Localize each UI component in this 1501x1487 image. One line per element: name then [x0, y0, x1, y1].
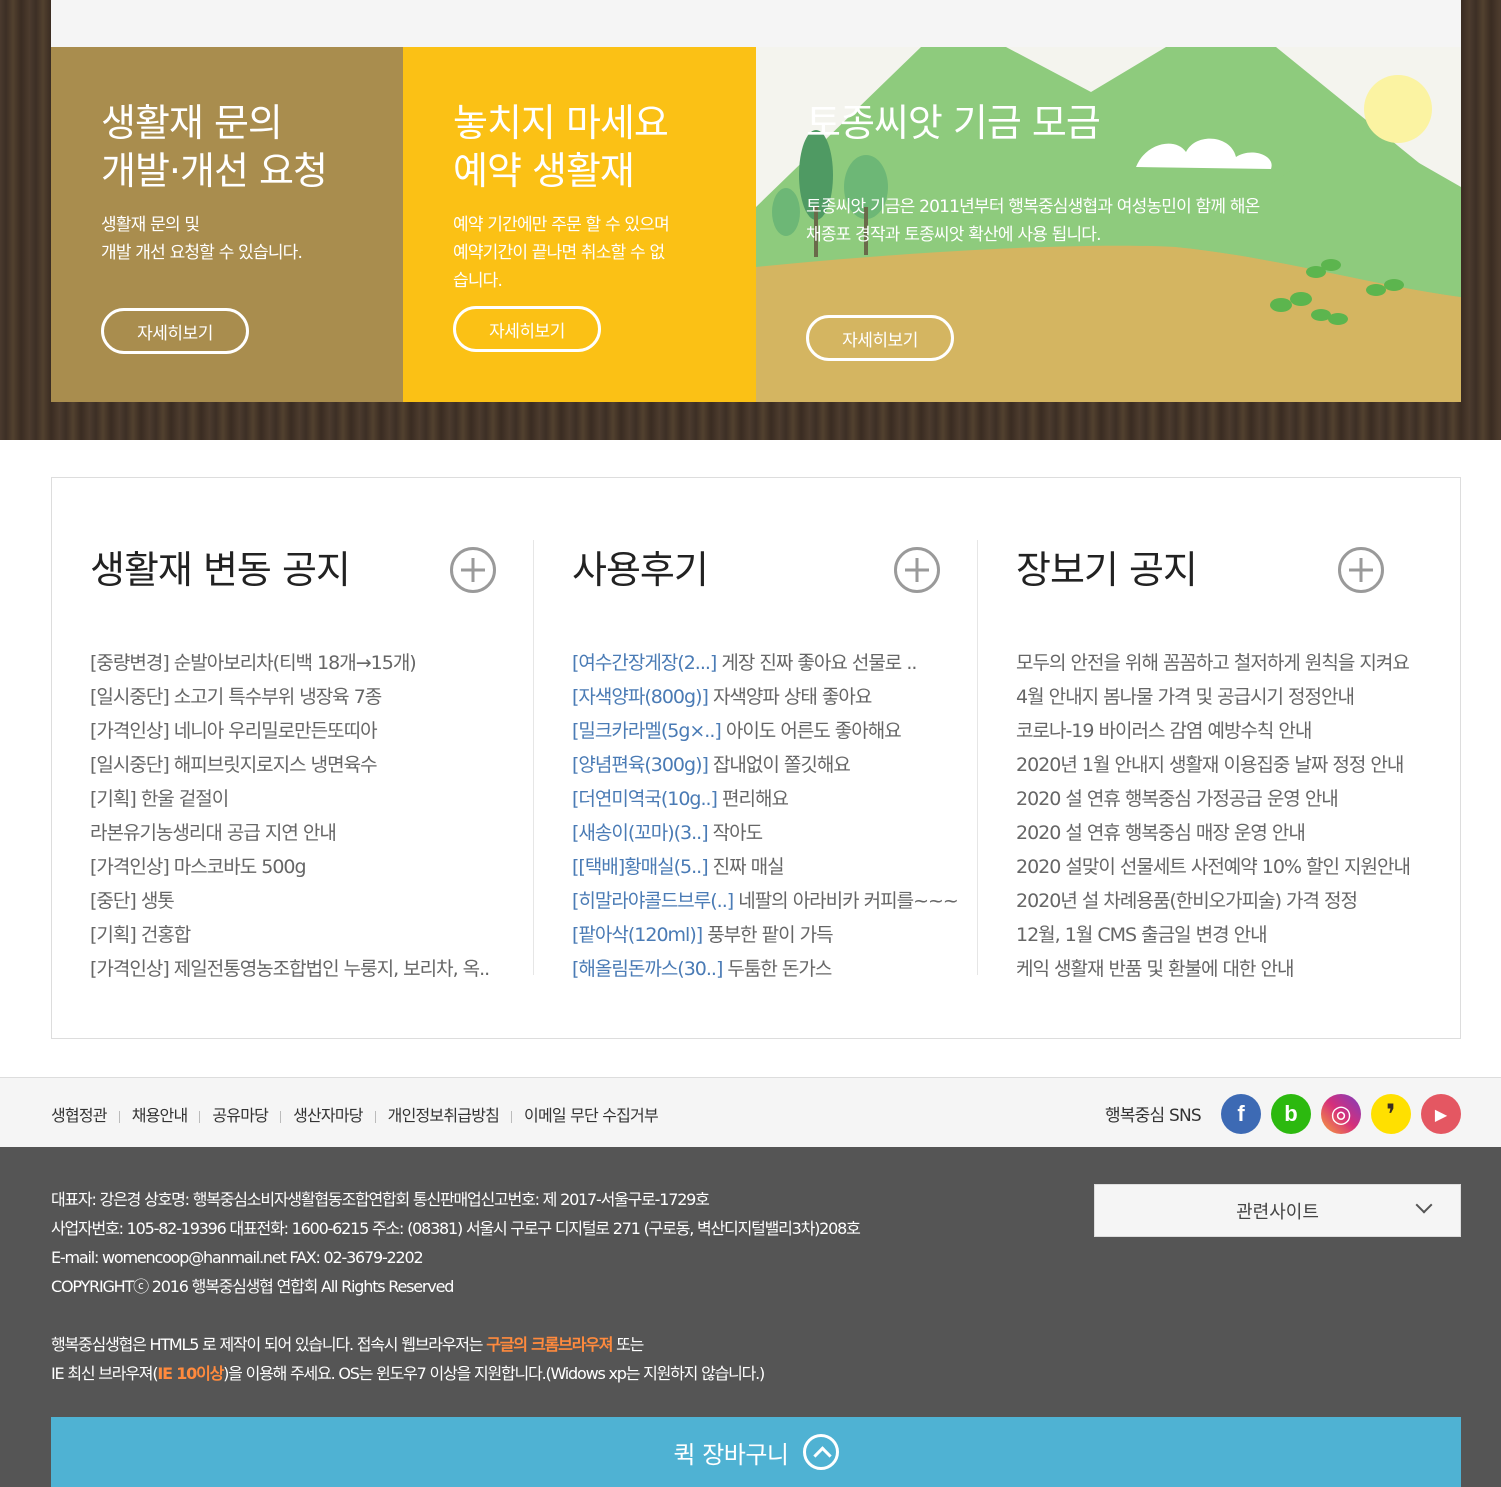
- divider: [977, 540, 978, 975]
- promo-title: 놓치지 마세요 예약 생활재: [453, 101, 669, 193]
- plus-icon[interactable]: [1338, 547, 1384, 593]
- list-item[interactable]: [여수간장게장(2...] 게장 진짜 좋아요 선물로 ..: [572, 646, 952, 680]
- board-reviews: 사용후기 [여수간장게장(2...] 게장 진짜 좋아요 선물로 .. [자색양…: [572, 540, 959, 986]
- footer-nav: 생협정관 채용안내 공유마당 생산자마당 개인정보취급방침 이메일 무단 수집거…: [51, 1102, 659, 1126]
- list-item[interactable]: 2020년 설 차례용품(한비오가피술) 가격 정정: [1016, 884, 1436, 918]
- list-item[interactable]: [양념편육(300g)] 잡내없이 쫄깃해요: [572, 748, 952, 782]
- list-item[interactable]: [가격인상] 제일전통영농조합법인 누룽지, 보리차, 옥..: [90, 952, 496, 986]
- browser-notice: IE 최신 브라우져(IE 10이상)을 이용해 주세요. OS는 윈도우7 이…: [51, 1364, 765, 1383]
- band-icon[interactable]: b: [1271, 1094, 1311, 1134]
- divider: [533, 540, 534, 975]
- youtube-icon[interactable]: ▶: [1421, 1094, 1461, 1134]
- board-list: [중량변경] 순발아보리차(티백 18개→15개) [일시중단] 소고기 특수부…: [90, 646, 496, 986]
- promo-desc: 생활재 문의 및 개발 개선 요청할 수 있습니다.: [101, 215, 303, 263]
- list-item[interactable]: 2020 설 연휴 행복중심 가정공급 운영 안내: [1016, 782, 1436, 816]
- list-item[interactable]: 코로나-19 바이러스 감염 예방수칙 안내: [1016, 714, 1436, 748]
- list-item[interactable]: 12월, 1월 CMS 출금일 변경 안내: [1016, 918, 1436, 952]
- footer-link-privacy[interactable]: 개인정보취급방침: [363, 1102, 500, 1126]
- related-sites-select[interactable]: 관련사이트: [1094, 1184, 1461, 1237]
- list-item[interactable]: [더연미역국(10g..] 편리해요: [572, 782, 952, 816]
- list-item[interactable]: 2020 설 연휴 행복중심 매장 운영 안내: [1016, 816, 1436, 850]
- promo-seed-fund: 토종씨앗 기금 모금 토종씨앗 기금은 2011년부터 행복중심생협과 여성농민…: [756, 47, 1461, 402]
- promo-request-more-button[interactable]: 자세히보기: [101, 308, 249, 354]
- footer-link-email-policy[interactable]: 이메일 무단 수집거부: [499, 1102, 659, 1126]
- promo-title: 토종씨앗 기금 모금: [806, 101, 1101, 145]
- chevron-down-icon: [1415, 1196, 1433, 1214]
- list-item[interactable]: [새송이(꼬마)(3..] 작아도: [572, 816, 952, 850]
- board-shopping-notice: 장보기 공지 모두의 안전을 위해 꼼꼼하고 철저하게 원칙을 지켜요 4월 안…: [1016, 540, 1436, 986]
- top-strip: [51, 0, 1461, 47]
- list-item[interactable]: [중량변경] 순발아보리차(티백 18개→15개): [90, 646, 496, 680]
- list-item[interactable]: [팥아삭(120ml)] 풍부한 팥이 가득: [572, 918, 952, 952]
- list-item[interactable]: [일시중단] 해피브릿지로지스 냉면육수: [90, 748, 496, 782]
- instagram-icon[interactable]: ◎: [1321, 1094, 1361, 1134]
- kakaostory-icon[interactable]: ❜: [1371, 1094, 1411, 1134]
- list-item[interactable]: 라본유기농생리대 공급 지연 안내: [90, 816, 496, 850]
- footer-link-bylaws[interactable]: 생협정관: [51, 1102, 107, 1126]
- quick-cart-button[interactable]: 퀵 장바구니: [51, 1417, 1461, 1487]
- board-title: 생활재 변동 공지: [90, 548, 351, 592]
- list-item[interactable]: 케익 생활재 반품 및 환불에 대한 안내: [1016, 952, 1436, 986]
- notice-board: 생활재 변동 공지 [중량변경] 순발아보리차(티백 18개→15개) [일시중…: [51, 477, 1461, 1039]
- list-item[interactable]: 2020 설맞이 선물세트 사전예약 10% 할인 지원안내: [1016, 850, 1436, 884]
- promo-title: 생활재 문의 개발·개선 요청: [101, 101, 328, 193]
- board-product-change: 생활재 변동 공지 [중량변경] 순발아보리차(티백 18개→15개) [일시중…: [90, 540, 496, 986]
- list-item[interactable]: [기획] 한울 겉절이: [90, 782, 496, 816]
- plus-icon[interactable]: [894, 547, 940, 593]
- list-item[interactable]: [일시중단] 소고기 특수부위 냉장육 7종: [90, 680, 496, 714]
- footer-links-bar: 생협정관 채용안내 공유마당 생산자마당 개인정보취급방침 이메일 무단 수집거…: [0, 1077, 1501, 1147]
- footer-link-share[interactable]: 공유마당: [187, 1102, 268, 1126]
- list-item[interactable]: [가격인상] 네니아 우리밀로만든또띠아: [90, 714, 496, 748]
- list-item[interactable]: [가격인상] 마스코바도 500g: [90, 850, 496, 884]
- promo-reservation: 놓치지 마세요 예약 생활재 예약 기간에만 주문 할 수 있으며 예약기간이 끝나…: [403, 47, 756, 402]
- sns-label: 행복중심 SNS: [1105, 1106, 1202, 1126]
- list-item[interactable]: [해올림돈까스(30..] 두툼한 돈가스: [572, 952, 952, 986]
- promo-desc: 예약 기간에만 주문 할 수 있으며 예약기간이 끝나면 취소할 수 없 습니다.: [453, 215, 670, 291]
- promo-reservation-more-button[interactable]: 자세히보기: [453, 306, 601, 352]
- footer-link-producers[interactable]: 생산자마당: [268, 1102, 363, 1126]
- footer-link-recruit[interactable]: 채용안내: [107, 1102, 188, 1126]
- company-info: 대표자: 강은경 상호명: 행복중심소비자생활협동조합연합회 통신판매업신고번호…: [51, 1185, 861, 1388]
- list-item[interactable]: [중단] 생톳: [90, 884, 496, 918]
- site-footer: 대표자: 강은경 상호명: 행복중심소비자생활협동조합연합회 통신판매업신고번호…: [0, 1147, 1501, 1487]
- list-item[interactable]: [히말라야콜드브루(..] 네팔의 아라비카 커피를~~~: [572, 884, 959, 918]
- promo-desc: 토종씨앗 기금은 2011년부터 행복중심생협과 여성농민이 함께 해온 채종포 …: [806, 197, 1260, 245]
- promo-seed-more-button[interactable]: 자세히보기: [806, 315, 954, 361]
- list-item[interactable]: [밀크카라멜(5g×..] 아이도 어른도 좋아해요: [572, 714, 952, 748]
- chevron-up-icon: [802, 1434, 839, 1470]
- promo-request: 생활재 문의 개발·개선 요청 생활재 문의 및 개발 개선 요청할 수 있습니다.…: [51, 47, 403, 402]
- browser-notice: 행복중심생협은 HTML5 로 제작이 되어 있습니다. 접속시 웹브라우저는 …: [51, 1335, 644, 1354]
- board-list: 모두의 안전을 위해 꼼꼼하고 철저하게 원칙을 지켜요 4월 안내지 봄나물 …: [1016, 646, 1436, 986]
- list-item[interactable]: [자색양파(800g)] 자색양파 상태 좋아요: [572, 680, 952, 714]
- list-item[interactable]: [[택배]황매실(5..] 진짜 매실: [572, 850, 952, 884]
- list-item[interactable]: 2020년 1월 안내지 생활재 이용집중 날짜 정정 안내: [1016, 748, 1436, 782]
- plus-icon[interactable]: [450, 547, 496, 593]
- list-item[interactable]: 모두의 안전을 위해 꼼꼼하고 철저하게 원칙을 지켜요: [1016, 646, 1436, 680]
- facebook-icon[interactable]: f: [1221, 1094, 1261, 1134]
- board-list: [여수간장게장(2...] 게장 진짜 좋아요 선물로 .. [자색양파(800…: [572, 646, 959, 986]
- list-item[interactable]: [기획] 건홍합: [90, 918, 496, 952]
- list-item[interactable]: 4월 안내지 봄나물 가격 및 공급시기 정정안내: [1016, 680, 1436, 714]
